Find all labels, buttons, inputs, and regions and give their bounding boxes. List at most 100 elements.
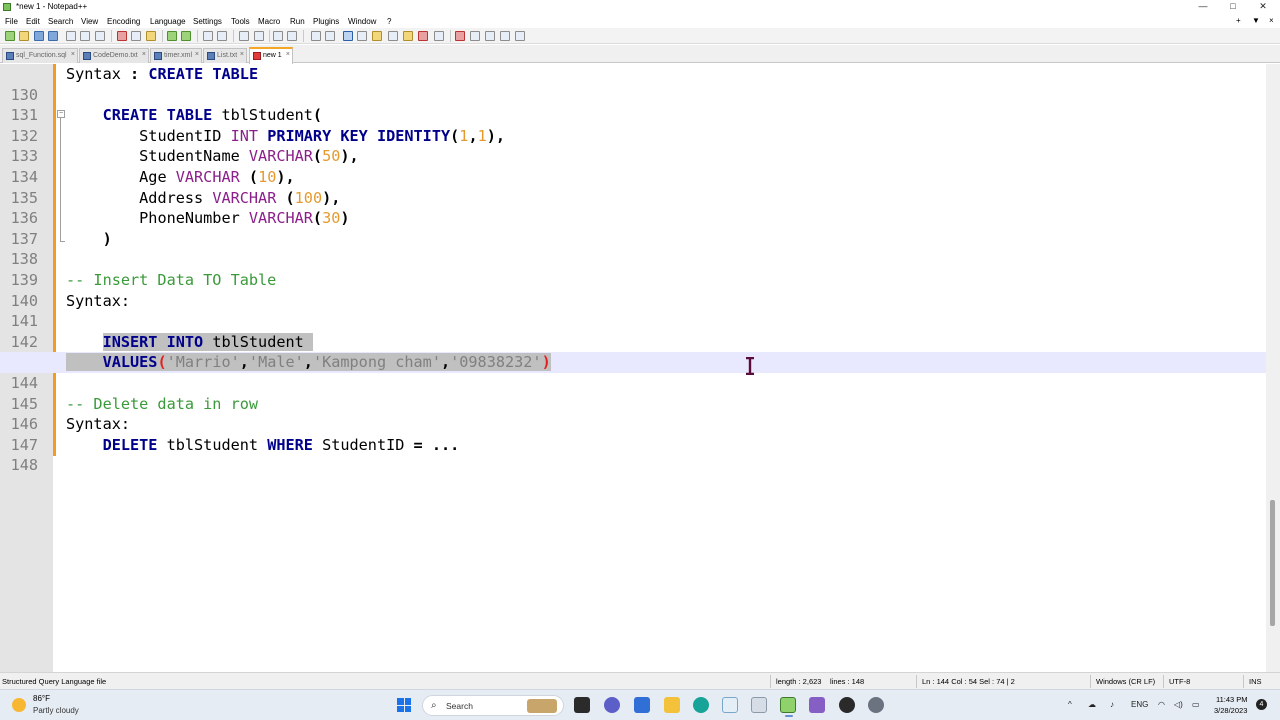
recorder-app-icon[interactable]: [839, 697, 855, 713]
clock-time[interactable]: 11:43 PM: [1216, 695, 1248, 704]
tab-close-icon[interactable]: ×: [195, 51, 199, 58]
menu-encoding[interactable]: Encoding: [107, 17, 140, 26]
code-text: StudentID INT PRIMARY KEY IDENTITY(1,1),: [139, 126, 506, 145]
status-encoding[interactable]: UTF-8: [1169, 677, 1190, 686]
undo-icon[interactable]: [167, 31, 177, 41]
tray-overflow-chevron-icon[interactable]: ^: [1068, 700, 1072, 709]
find-icon[interactable]: [203, 31, 213, 41]
word-wrap-icon[interactable]: [311, 31, 321, 41]
menu-help[interactable]: ?: [387, 17, 391, 26]
tab-close-icon[interactable]: ×: [71, 51, 75, 58]
status-eol[interactable]: Windows (CR LF): [1096, 677, 1155, 686]
open-file-icon[interactable]: [19, 31, 29, 41]
zoom-out-icon[interactable]: [254, 31, 264, 41]
store-icon[interactable]: [634, 697, 650, 713]
chat-icon[interactable]: [604, 697, 620, 713]
copy-icon[interactable]: [131, 31, 141, 41]
code-line: 145: [0, 373, 1266, 413]
tab-close-icon[interactable]: ×: [286, 51, 290, 58]
indent-guide-icon[interactable]: [343, 31, 353, 41]
function-list-icon[interactable]: [388, 31, 398, 41]
battery-icon[interactable]: ▭: [1192, 700, 1200, 709]
menu-window[interactable]: Window: [348, 17, 376, 26]
task-view-icon[interactable]: [574, 697, 590, 713]
menu-run[interactable]: Run: [290, 17, 305, 26]
language-indicator[interactable]: ENG: [1131, 700, 1148, 709]
menu-tools[interactable]: Tools: [231, 17, 250, 26]
sync-vertical-icon[interactable]: [273, 31, 283, 41]
close-tab-button[interactable]: ×: [1269, 16, 1274, 25]
print-icon[interactable]: [95, 31, 105, 41]
tab-list[interactable]: List.txt ×: [203, 48, 247, 63]
stop-recording-icon[interactable]: [470, 31, 480, 41]
toolbar-separator: [197, 30, 198, 42]
wifi-icon[interactable]: ◠: [1158, 700, 1165, 709]
close-file-icon[interactable]: [66, 31, 76, 41]
weather-temperature[interactable]: 86°F: [33, 694, 50, 703]
onedrive-cloud-icon[interactable]: ☁: [1088, 700, 1096, 709]
editor-area[interactable]: − 130 Syntax : CREATE TABLE 131 132 CREA…: [0, 64, 1280, 672]
snipping-tool-icon[interactable]: [722, 697, 738, 713]
record-macro-disabled-icon[interactable]: [434, 31, 444, 41]
edge-browser-icon[interactable]: [693, 697, 709, 713]
tab-label: List.txt: [217, 52, 238, 59]
notepadpp-taskbar-icon[interactable]: [780, 697, 796, 717]
monitoring-icon[interactable]: [418, 31, 428, 41]
file-explorer-icon[interactable]: [664, 697, 680, 713]
maximize-button[interactable]: □: [1218, 1, 1248, 11]
sync-horizontal-icon[interactable]: [287, 31, 297, 41]
show-all-chars-icon[interactable]: [325, 31, 335, 41]
tab-timer[interactable]: timer.xml ×: [150, 48, 202, 63]
close-all-icon[interactable]: [80, 31, 90, 41]
microphone-icon[interactable]: ♪: [1110, 700, 1114, 709]
mouse-ibeam-cursor-icon: [746, 357, 754, 375]
vertical-scrollbar[interactable]: [1266, 64, 1280, 672]
settings-gear-icon[interactable]: [868, 697, 884, 713]
windows-start-icon[interactable]: [397, 698, 411, 712]
document-map-icon[interactable]: [372, 31, 382, 41]
redo-icon[interactable]: [181, 31, 191, 41]
taskbar-search[interactable]: ⌕ Search: [422, 695, 564, 716]
close-window-button[interactable]: ✕: [1248, 1, 1278, 12]
status-insert-mode[interactable]: INS: [1249, 677, 1262, 686]
tab-sql-function[interactable]: sql_Function.sql ×: [2, 48, 78, 63]
menu-search[interactable]: Search: [48, 17, 73, 26]
replace-icon[interactable]: [217, 31, 227, 41]
save-macro-icon[interactable]: [515, 31, 525, 41]
minimize-button[interactable]: —: [1188, 1, 1218, 11]
menu-view[interactable]: View: [81, 17, 98, 26]
notification-badge[interactable]: 4: [1256, 699, 1267, 710]
menu-plugins[interactable]: Plugins: [313, 17, 339, 26]
menu-edit[interactable]: Edit: [26, 17, 40, 26]
partly-cloudy-icon[interactable]: [12, 698, 26, 712]
cut-icon[interactable]: [117, 31, 127, 41]
visual-studio-icon[interactable]: [809, 697, 825, 713]
paste-icon[interactable]: [146, 31, 156, 41]
tab-close-icon[interactable]: ×: [142, 51, 146, 58]
new-tab-button[interactable]: +: [1236, 16, 1241, 25]
volume-icon[interactable]: ◁): [1174, 700, 1183, 709]
weather-condition[interactable]: Partly cloudy: [33, 706, 79, 715]
tab-list-dropdown[interactable]: ▼: [1252, 16, 1260, 25]
tab-codedemo[interactable]: CodeDemo.txt ×: [79, 48, 149, 63]
menu-language[interactable]: Language: [150, 17, 186, 26]
save-icon[interactable]: [34, 31, 44, 41]
record-macro-icon[interactable]: [455, 31, 465, 41]
menu-settings[interactable]: Settings: [193, 17, 222, 26]
clock-date[interactable]: 3/28/2023: [1214, 706, 1247, 715]
run-macro-multiple-icon[interactable]: [500, 31, 510, 41]
menu-file[interactable]: File: [5, 17, 18, 26]
tab-close-icon[interactable]: ×: [240, 51, 244, 58]
tab-new-1[interactable]: new 1 ×: [249, 47, 293, 64]
text-selection: INSERT INTO tblStudent: [102, 332, 313, 351]
playback-macro-icon[interactable]: [485, 31, 495, 41]
network-app-icon[interactable]: [751, 697, 767, 713]
save-all-icon[interactable]: [48, 31, 58, 41]
zoom-in-icon[interactable]: [239, 31, 249, 41]
folder-workspace-icon[interactable]: [403, 31, 413, 41]
menu-macro[interactable]: Macro: [258, 17, 280, 26]
code-text: -- Insert Data TO Table: [66, 271, 277, 289]
scrollbar-thumb[interactable]: [1270, 500, 1275, 626]
language-define-icon[interactable]: [357, 31, 367, 41]
new-file-icon[interactable]: [5, 31, 15, 41]
